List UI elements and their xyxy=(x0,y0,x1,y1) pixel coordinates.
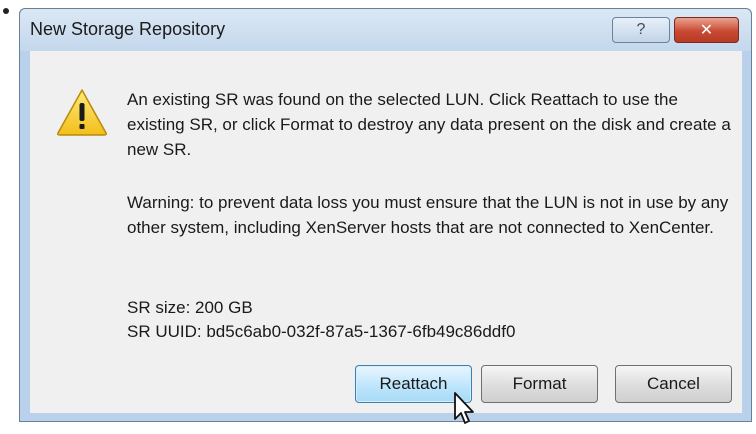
close-button[interactable]: ✕ xyxy=(674,17,739,43)
sr-uuid-label: SR UUID: bd5c6ab0-032f-87a5-1367-6fb49c8… xyxy=(127,322,516,341)
help-button[interactable]: ? xyxy=(612,17,670,43)
format-button[interactable]: Format xyxy=(481,365,598,403)
warning-icon xyxy=(57,89,107,136)
sr-found-message: An existing SR was found on the selected… xyxy=(127,90,731,159)
sr-size-label: SR size: 200 GB xyxy=(127,298,253,317)
dialog-content: An existing SR was found on the selected… xyxy=(30,51,742,424)
dialog-title: New Storage Repository xyxy=(30,19,226,39)
cancel-button[interactable]: Cancel xyxy=(615,365,732,403)
mouse-cursor-icon xyxy=(454,392,474,424)
list-bullet xyxy=(3,8,9,14)
new-storage-repository-dialog: New Storage Repository ? ✕ An existing S… xyxy=(19,8,752,424)
title-bar[interactable]: New Storage Repository ? ✕ xyxy=(20,9,751,51)
data-loss-warning: Warning: to prevent data loss you must e… xyxy=(127,193,729,237)
